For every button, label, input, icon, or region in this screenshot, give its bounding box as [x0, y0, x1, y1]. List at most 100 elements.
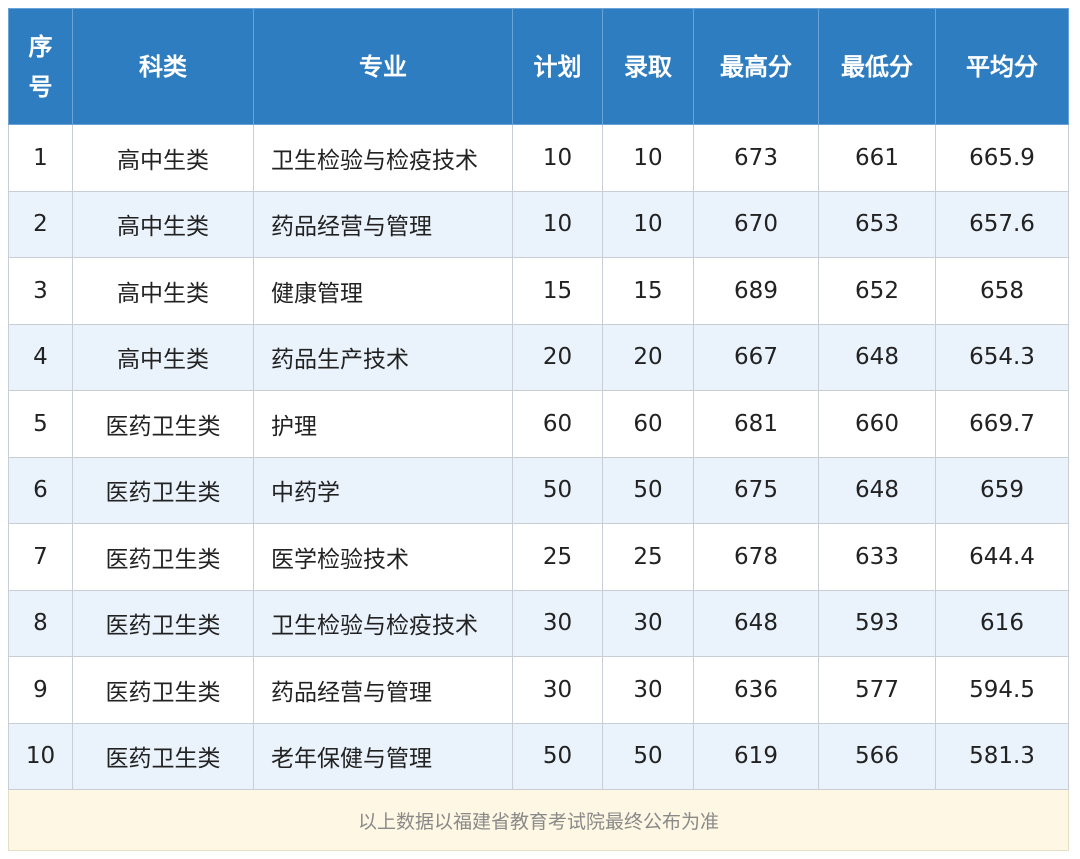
cell-plan: 50 — [512, 456, 603, 524]
cell-major: 中药学 — [253, 456, 513, 524]
header-min-score: 最低分 — [818, 8, 936, 125]
header-seq-bottom: 号 — [28, 72, 53, 101]
cell-max-score: 678 — [693, 523, 819, 591]
cell-major: 药品经营与管理 — [253, 190, 513, 258]
table-row: 8 医药卫生类 卫生检验与检疫技术 30 30 648 593 616 — [8, 589, 1069, 657]
cell-min-score: 652 — [818, 257, 936, 325]
cell-max-score: 670 — [693, 190, 819, 258]
cell-admitted: 30 — [602, 656, 694, 724]
cell-min-score: 577 — [818, 656, 936, 724]
cell-plan: 60 — [512, 390, 603, 458]
cell-admitted: 10 — [602, 124, 694, 192]
header-seq-top: 序 — [28, 32, 53, 61]
cell-category: 医药卫生类 — [72, 656, 254, 724]
cell-category: 医药卫生类 — [72, 722, 254, 790]
cell-seq: 4 — [8, 323, 73, 391]
cell-min-score: 566 — [818, 722, 936, 790]
cell-plan: 50 — [512, 722, 603, 790]
header-admitted: 录取 — [602, 8, 694, 125]
cell-category: 医药卫生类 — [72, 523, 254, 591]
cell-avg-score: 657.6 — [935, 190, 1069, 258]
cell-max-score: 667 — [693, 323, 819, 391]
cell-category: 高中生类 — [72, 323, 254, 391]
cell-avg-score: 658 — [935, 257, 1069, 325]
cell-category: 高中生类 — [72, 190, 254, 258]
cell-admitted: 50 — [602, 456, 694, 524]
table-row: 6 医药卫生类 中药学 50 50 675 648 659 — [8, 456, 1069, 524]
cell-admitted: 10 — [602, 190, 694, 258]
cell-major: 医学检验技术 — [253, 523, 513, 591]
cell-category: 医药卫生类 — [72, 589, 254, 657]
cell-plan: 30 — [512, 589, 603, 657]
header-avg-score: 平均分 — [935, 8, 1069, 125]
header-category: 科类 — [72, 8, 254, 125]
table-row: 9 医药卫生类 药品经营与管理 30 30 636 577 594.5 — [8, 656, 1069, 724]
cell-max-score: 673 — [693, 124, 819, 192]
cell-category: 医药卫生类 — [72, 390, 254, 458]
table-row: 3 高中生类 健康管理 15 15 689 652 658 — [8, 257, 1069, 325]
cell-min-score: 648 — [818, 323, 936, 391]
cell-seq: 3 — [8, 257, 73, 325]
cell-seq: 7 — [8, 523, 73, 591]
cell-plan: 10 — [512, 190, 603, 258]
footnote: 以上数据以福建省教育考试院最终公布为准 — [8, 789, 1069, 851]
cell-major: 老年保健与管理 — [253, 722, 513, 790]
cell-plan: 20 — [512, 323, 603, 391]
cell-max-score: 619 — [693, 722, 819, 790]
cell-max-score: 648 — [693, 589, 819, 657]
cell-max-score: 636 — [693, 656, 819, 724]
cell-max-score: 675 — [693, 456, 819, 524]
cell-admitted: 60 — [602, 390, 694, 458]
cell-min-score: 653 — [818, 190, 936, 258]
cell-major: 健康管理 — [253, 257, 513, 325]
admission-score-table: 序 号 科类 专业 计划 录取 最高分 最低分 平均分 1 高中生类 卫生检验与… — [8, 8, 1069, 851]
cell-major: 卫生检验与检疫技术 — [253, 589, 513, 657]
cell-min-score: 633 — [818, 523, 936, 591]
cell-avg-score: 616 — [935, 589, 1069, 657]
table-row: 4 高中生类 药品生产技术 20 20 667 648 654.3 — [8, 323, 1069, 391]
cell-seq: 6 — [8, 456, 73, 524]
cell-seq: 1 — [8, 124, 73, 192]
table-row: 2 高中生类 药品经营与管理 10 10 670 653 657.6 — [8, 190, 1069, 258]
cell-avg-score: 594.5 — [935, 656, 1069, 724]
table-row: 5 医药卫生类 护理 60 60 681 660 669.7 — [8, 390, 1069, 458]
cell-avg-score: 665.9 — [935, 124, 1069, 192]
cell-avg-score: 659 — [935, 456, 1069, 524]
cell-seq: 9 — [8, 656, 73, 724]
cell-avg-score: 654.3 — [935, 323, 1069, 391]
cell-avg-score: 644.4 — [935, 523, 1069, 591]
cell-plan: 30 — [512, 656, 603, 724]
header-major: 专业 — [253, 8, 513, 125]
cell-plan: 15 — [512, 257, 603, 325]
footnote-row: 以上数据以福建省教育考试院最终公布为准 — [8, 789, 1069, 851]
header-max-score: 最高分 — [693, 8, 819, 125]
cell-major: 卫生检验与检疫技术 — [253, 124, 513, 192]
table-row: 1 高中生类 卫生检验与检疫技术 10 10 673 661 665.9 — [8, 124, 1069, 192]
cell-min-score: 593 — [818, 589, 936, 657]
header-row: 序 号 科类 专业 计划 录取 最高分 最低分 平均分 — [8, 8, 1069, 125]
header-plan: 计划 — [512, 8, 603, 125]
cell-min-score: 661 — [818, 124, 936, 192]
cell-category: 医药卫生类 — [72, 456, 254, 524]
cell-major: 护理 — [253, 390, 513, 458]
cell-avg-score: 669.7 — [935, 390, 1069, 458]
cell-min-score: 648 — [818, 456, 936, 524]
cell-category: 高中生类 — [72, 257, 254, 325]
cell-seq: 8 — [8, 589, 73, 657]
cell-category: 高中生类 — [72, 124, 254, 192]
cell-admitted: 30 — [602, 589, 694, 657]
cell-admitted: 15 — [602, 257, 694, 325]
cell-min-score: 660 — [818, 390, 936, 458]
cell-seq: 10 — [8, 722, 73, 790]
cell-max-score: 689 — [693, 257, 819, 325]
cell-plan: 10 — [512, 124, 603, 192]
table-row: 10 医药卫生类 老年保健与管理 50 50 619 566 581.3 — [8, 722, 1069, 790]
cell-admitted: 50 — [602, 722, 694, 790]
cell-seq: 2 — [8, 190, 73, 258]
header-seq: 序 号 — [8, 8, 73, 125]
cell-max-score: 681 — [693, 390, 819, 458]
cell-major: 药品生产技术 — [253, 323, 513, 391]
cell-avg-score: 581.3 — [935, 722, 1069, 790]
cell-major: 药品经营与管理 — [253, 656, 513, 724]
cell-admitted: 20 — [602, 323, 694, 391]
